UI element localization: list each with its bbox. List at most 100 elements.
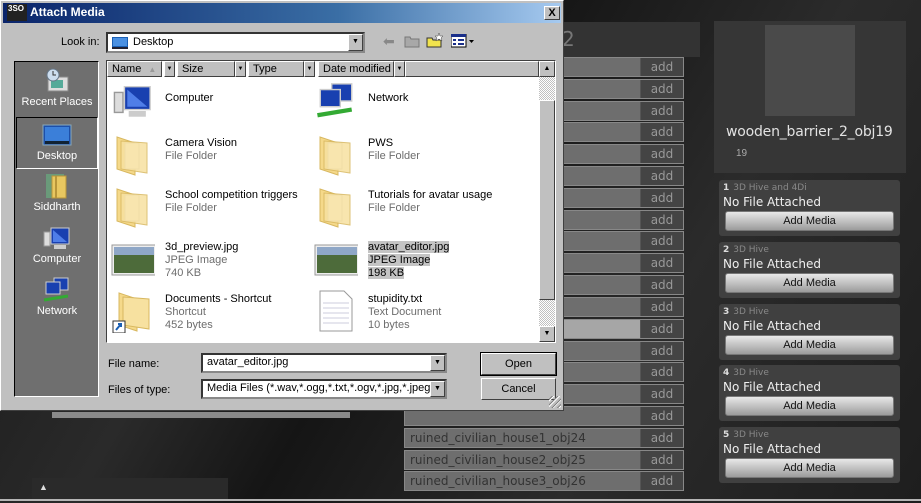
scroll-up-button[interactable]: ▲ — [539, 61, 555, 77]
title-bar[interactable]: 3SO Attach Media X — [3, 3, 561, 23]
scrollbar-thumb[interactable] — [539, 100, 555, 300]
chevron-down-icon[interactable]: ▼ — [430, 381, 445, 397]
look-in-label: Look in: — [61, 36, 100, 48]
add-media-button[interactable]: Add Media — [725, 458, 894, 478]
vertical-scrollbar[interactable]: ▲ ▼ — [539, 61, 555, 342]
add-button[interactable]: add — [640, 385, 683, 403]
add-button[interactable]: add — [640, 102, 683, 120]
add-button[interactable]: add — [640, 58, 683, 76]
add-button[interactable]: add — [640, 232, 683, 250]
object-list-row[interactable]: ruined_civilian_house1_obj24 add — [404, 428, 684, 448]
object-title: wooden_barrier_2_obj19 — [726, 124, 893, 140]
media-slot: 4 3D Hive No File Attached Add Media — [719, 365, 900, 421]
places-item-computer[interactable]: Computer — [16, 221, 98, 273]
file-name-input[interactable]: avatar_editor.jpg ▼ — [201, 353, 447, 373]
column-header-date-modified[interactable]: Date modified — [318, 61, 394, 77]
column-header-name[interactable]: Name ▲ — [107, 61, 162, 77]
folder-icon — [314, 133, 358, 177]
resize-grip[interactable] — [549, 396, 561, 408]
add-button[interactable]: add — [640, 189, 683, 207]
file-item[interactable]: PWS File Folder — [310, 131, 520, 181]
image-thumbnail-icon — [314, 237, 360, 281]
add-button[interactable]: add — [640, 407, 683, 425]
add-button[interactable]: add — [640, 342, 683, 360]
places-item-recent-places[interactable]: Recent Places — [16, 64, 98, 116]
shortcut-folder-icon — [111, 289, 155, 334]
view-menu-icon[interactable] — [451, 34, 475, 48]
network-icon — [42, 276, 72, 304]
chevron-down-icon[interactable]: ▼ — [348, 34, 363, 51]
desktop-icon — [112, 37, 128, 49]
places-item-siddharth[interactable]: Siddharth — [16, 169, 98, 221]
file-item[interactable]: Network — [310, 79, 520, 129]
file-item[interactable]: 3d_preview.jpg JPEG Image 740 KB — [107, 235, 317, 285]
file-item[interactable]: Tutorials for avatar usage File Folder — [310, 183, 520, 233]
add-button[interactable]: add — [640, 320, 683, 338]
slot-status: No File Attached — [723, 319, 821, 333]
open-button[interactable]: Open — [480, 352, 557, 376]
places-item-network[interactable]: Network — [16, 273, 98, 325]
slot-number: 3 — [723, 307, 730, 317]
file-type-select[interactable]: Media Files (*.wav,*.ogg,*.txt,*.ogv,*.j… — [201, 379, 447, 399]
file-item[interactable]: ThreeKingdoms_Layer 1 and — [107, 339, 317, 342]
column-date-dropdown[interactable]: ▼ — [394, 61, 405, 77]
object-name: ruined_civilian_house2_obj25 — [410, 453, 586, 467]
up-folder-icon[interactable] — [404, 34, 420, 48]
media-slot: 2 3D Hive No File Attached Add Media — [719, 242, 900, 298]
object-list-row[interactable]: ruined_civilian_house2_obj25 add — [404, 450, 684, 470]
file-type: File Folder — [368, 202, 420, 214]
file-item[interactable]: Computer — [107, 79, 317, 129]
add-button[interactable]: add — [640, 363, 683, 381]
column-type-dropdown[interactable]: ▼ — [304, 61, 315, 77]
places-item-label: Recent Places — [21, 96, 93, 108]
file-item[interactable]: Camera Vision File Folder — [107, 131, 317, 181]
column-name-dropdown[interactable]: ▼ — [164, 61, 175, 77]
add-media-button[interactable]: Add Media — [725, 211, 894, 231]
file-item[interactable]: Documents - Shortcut Shortcut 452 bytes — [107, 287, 317, 337]
up-arrow-icon[interactable]: ▲ — [39, 482, 48, 492]
add-button[interactable]: add — [640, 80, 683, 98]
file-name: Documents - Shortcut — [165, 293, 272, 305]
slot-label: 3D Hive — [733, 245, 769, 255]
object-name: ruined_civilian_house1_obj24 — [410, 431, 586, 445]
scroll-down-button[interactable]: ▼ — [539, 326, 555, 342]
add-button[interactable]: add — [640, 123, 683, 141]
bottom-toolbar: ▲ — [32, 478, 228, 500]
cancel-button[interactable]: Cancel — [481, 378, 556, 400]
add-button[interactable]: add — [640, 298, 683, 316]
add-button[interactable]: add — [640, 429, 683, 447]
add-button[interactable]: add — [640, 451, 683, 469]
slot-label: 3D Hive — [733, 430, 769, 440]
file-item[interactable]: School competition triggers File Folder — [107, 183, 317, 233]
media-slot: 1 3D Hive and 4Di No File Attached Add Medi… — [719, 180, 900, 236]
file-type: Text Document — [368, 306, 442, 318]
close-button[interactable]: X — [544, 6, 560, 20]
places-item-desktop[interactable]: Desktop — [16, 117, 98, 169]
user-folder-icon — [42, 172, 72, 200]
file-item[interactable]: avatar_editor.jpg JPEG Image 198 KB — [310, 235, 520, 285]
horizontal-scrollbar[interactable] — [52, 412, 350, 418]
new-folder-icon[interactable] — [426, 32, 444, 48]
places-item-label: Desktop — [36, 150, 78, 162]
back-arrow-icon[interactable]: ⬅ — [383, 33, 395, 50]
desktop-icon — [42, 121, 72, 149]
add-media-button[interactable]: Add Media — [725, 396, 894, 416]
add-button[interactable]: add — [640, 472, 683, 490]
add-media-button[interactable]: Add Media — [725, 273, 894, 293]
add-button[interactable]: add — [640, 145, 683, 163]
file-name: 3d_preview.jpg — [165, 241, 239, 253]
column-size-dropdown[interactable]: ▼ — [235, 61, 246, 77]
look-in-select[interactable]: Desktop ▼ — [106, 32, 365, 53]
column-header-type[interactable]: Type — [248, 61, 304, 77]
add-media-button[interactable]: Add Media — [725, 335, 894, 355]
object-list-row[interactable]: ruined_civilian_house3_obj26 add — [404, 471, 684, 491]
file-type: JPEG Image — [165, 254, 228, 266]
add-button[interactable]: add — [640, 167, 683, 185]
folder-icon — [111, 185, 155, 229]
add-button[interactable]: add — [640, 276, 683, 294]
add-button[interactable]: add — [640, 254, 683, 272]
file-item[interactable]: stupidity.txt Text Document 10 bytes — [310, 287, 520, 337]
chevron-down-icon[interactable]: ▼ — [430, 355, 445, 371]
column-header-size[interactable]: Size — [177, 61, 235, 77]
add-button[interactable]: add — [640, 211, 683, 229]
